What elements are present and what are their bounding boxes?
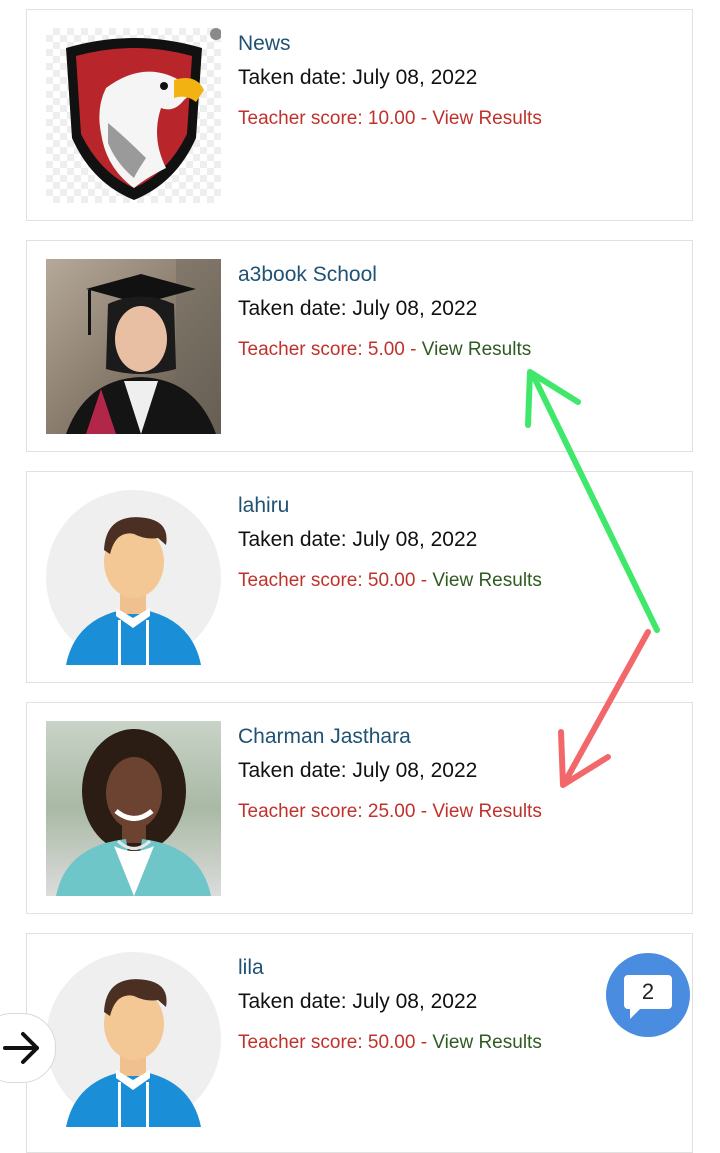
result-info: lahiru Taken date: July 08, 2022 Teacher… [238,492,542,594]
result-card: a3book School Taken date: July 08, 2022 … [26,240,693,452]
result-info: News Taken date: July 08, 2022 Teacher s… [238,30,542,132]
result-name[interactable]: lahiru [238,492,542,520]
chat-button[interactable]: 2 [606,953,690,1037]
score-line: Teacher score: 5.00 - View Results [238,337,531,363]
teacher-score: Teacher score: 50.00 [238,1032,416,1053]
view-results-link[interactable]: View Results [432,801,541,822]
woman-photo [46,721,221,896]
separator: - [415,801,433,822]
teacher-score: Teacher score: 25.00 [238,801,416,822]
result-card: Charman Jasthara Taken date: July 08, 20… [26,702,693,914]
separator: - [415,570,433,591]
score-line: Teacher score: 25.00 - View Results [238,799,542,825]
graduate-photo [46,259,221,434]
eagle-shield-logo [46,28,221,203]
next-button[interactable] [0,1013,56,1083]
taken-date: Taken date: July 08, 2022 [238,990,478,1013]
result-info: a3book School Taken date: July 08, 2022 … [238,261,531,363]
result-name[interactable]: lila [238,954,542,982]
taken-date: Taken date: July 08, 2022 [238,297,478,320]
teacher-score: Teacher score: 50.00 [238,570,416,591]
male-avatar [46,490,221,665]
separator: - [415,108,433,129]
taken-date: Taken date: July 08, 2022 [238,759,478,782]
taken-date: Taken date: July 08, 2022 [238,66,478,89]
male-avatar [46,952,221,1127]
result-name[interactable]: News [238,30,542,58]
result-name[interactable]: a3book School [238,261,531,289]
teacher-score: Teacher score: 10.00 [238,108,416,129]
teacher-score: Teacher score: 5.00 [238,339,405,360]
view-results-link[interactable]: View Results [432,108,541,129]
separator: - [415,1032,433,1053]
separator: - [404,339,422,360]
view-results-link[interactable]: View Results [432,570,541,591]
result-card: News Taken date: July 08, 2022 Teacher s… [26,9,693,221]
view-results-link[interactable]: View Results [432,1032,541,1053]
result-info: Charman Jasthara Taken date: July 08, 20… [238,723,542,825]
view-results-link[interactable]: View Results [422,339,531,360]
taken-date: Taken date: July 08, 2022 [238,528,478,551]
score-line: Teacher score: 50.00 - View Results [238,568,542,594]
arrow-right-icon [3,1032,39,1064]
result-card: lahiru Taken date: July 08, 2022 Teacher… [26,471,693,683]
result-card: lila Taken date: July 08, 2022 Teacher s… [26,933,693,1153]
result-name[interactable]: Charman Jasthara [238,723,542,751]
result-info: lila Taken date: July 08, 2022 Teacher s… [238,954,542,1056]
score-line: Teacher score: 50.00 - View Results [238,1030,542,1056]
score-line: Teacher score: 10.00 - View Results [238,106,542,132]
chat-badge-count: 2 [641,979,655,1004]
